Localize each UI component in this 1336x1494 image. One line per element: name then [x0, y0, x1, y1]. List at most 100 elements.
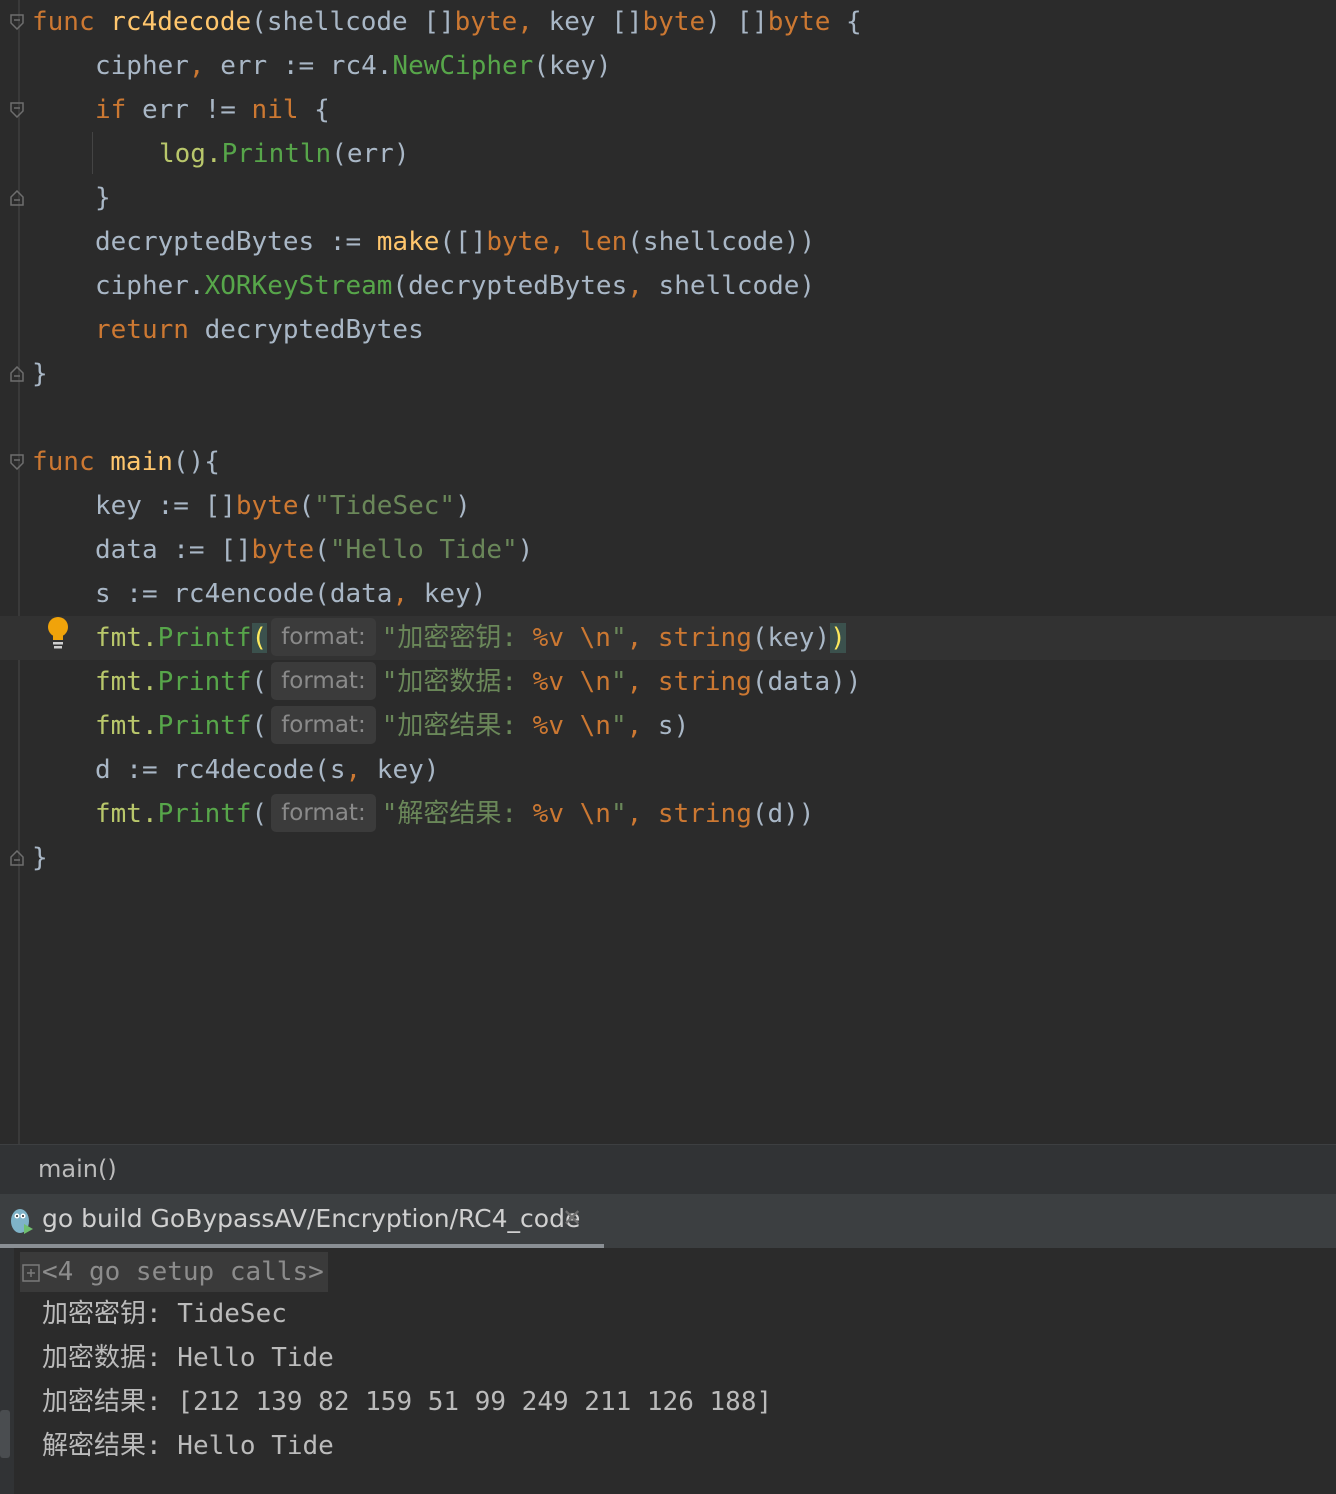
- expand-icon[interactable]: [22, 1254, 40, 1282]
- method-name: Printf: [157, 623, 252, 653]
- builtin-function: len: [580, 227, 628, 257]
- code-text: (err): [331, 139, 410, 169]
- string-literal: ": [610, 667, 627, 697]
- method-name: Printf: [157, 711, 252, 741]
- string-literal: "加密密钥:: [381, 623, 533, 653]
- type: byte: [235, 491, 299, 521]
- breadcrumb-bar: main(): [0, 1144, 1336, 1195]
- code-line[interactable]: cipher, err := rc4.NewCipher(key): [0, 44, 1336, 88]
- keyword: return: [95, 315, 189, 345]
- string-literal: "加密数据:: [381, 667, 533, 697]
- code-text: (d)): [751, 799, 815, 829]
- code-text: decryptedBytes :=: [95, 227, 377, 257]
- comma: ,: [626, 623, 658, 653]
- code-text: s): [657, 711, 690, 741]
- package-name: fmt.: [95, 623, 158, 653]
- method-name: Printf: [157, 799, 252, 829]
- comma: ,: [188, 51, 221, 81]
- code-text: (s: [314, 755, 346, 785]
- function-call: rc4encode: [173, 579, 315, 609]
- comma: ,: [345, 755, 377, 785]
- folded-setup-calls[interactable]: <4 go setup calls>: [20, 1252, 328, 1292]
- code-text: ([]: [439, 227, 487, 257]
- setup-calls-label: <4 go setup calls>: [42, 1257, 324, 1287]
- package-name: fmt.: [95, 711, 158, 741]
- run-tab[interactable]: go build GoBypassAV/Encryption/RC4_code …: [0, 1194, 604, 1248]
- code-text: err !=: [126, 95, 252, 125]
- code-text: {: [298, 95, 330, 125]
- string-literal: ": [610, 623, 627, 653]
- code-text: (key): [533, 51, 612, 81]
- parameter-hint: format:: [271, 662, 376, 700]
- keyword: if: [95, 95, 127, 125]
- breadcrumb[interactable]: main(): [38, 1155, 117, 1183]
- code-line-current[interactable]: fmt.Printf(format: "加密密钥: %v \n", string(…: [0, 616, 1336, 660]
- code-text: key): [376, 755, 440, 785]
- console-scrollbar[interactable]: [0, 1410, 10, 1458]
- code-text: data := []: [95, 535, 252, 565]
- string-literal: "Hello Tide": [329, 535, 518, 565]
- code-text: (: [298, 491, 315, 521]
- code-line[interactable]: decryptedBytes := make([]byte, len(shell…: [0, 220, 1336, 264]
- code-text: cipher.: [95, 271, 205, 301]
- code-editor[interactable]: func rc4decode(shellcode []byte, key []b…: [0, 0, 1336, 1144]
- code-line[interactable]: s := rc4encode(data, key): [0, 572, 1336, 616]
- code-line[interactable]: }: [0, 836, 1336, 880]
- code-line[interactable]: func rc4decode(shellcode []byte, key []b…: [0, 0, 1336, 44]
- code-line[interactable]: func main(){: [0, 440, 1336, 484]
- method-name: Println: [221, 139, 332, 169]
- string-literal: "TideSec": [314, 491, 456, 521]
- parameter-hint: format:: [271, 794, 376, 832]
- code-text: d :=: [95, 755, 174, 785]
- code-line[interactable]: data := []byte("Hello Tide"): [0, 528, 1336, 572]
- code-line[interactable]: fmt.Printf(format: "加密结果: %v \n", s): [0, 704, 1336, 748]
- matched-paren: ): [830, 623, 846, 653]
- code-line[interactable]: if err != nil {: [0, 88, 1336, 132]
- comma: ,: [626, 799, 658, 829]
- parameter-hint: format:: [271, 618, 376, 656]
- package-name: fmt.: [95, 799, 158, 829]
- format-verb: %v \n: [532, 667, 611, 697]
- code-text: (: [251, 667, 268, 697]
- code-text: (shellcode []: [251, 7, 455, 37]
- keyword: nil: [251, 95, 299, 125]
- console-output-line: 加密密钥: TideSec: [42, 1299, 287, 1329]
- code-line[interactable]: fmt.Printf(format: "加密数据: %v \n", string(…: [0, 660, 1336, 704]
- code-line[interactable]: }: [0, 352, 1336, 396]
- code-line[interactable]: log.Println(err): [0, 132, 1336, 176]
- run-tool-window-tabs: go build GoBypassAV/Encryption/RC4_code …: [0, 1194, 1336, 1248]
- comma: ,: [517, 7, 549, 37]
- close-icon[interactable]: ✕: [562, 1204, 582, 1232]
- matched-paren: (: [251, 623, 268, 653]
- code-line[interactable]: }: [0, 176, 1336, 220]
- code-text: }: [32, 359, 48, 389]
- builtin-function: string: [657, 667, 752, 697]
- comma: ,: [626, 711, 658, 741]
- string-literal: "加密结果:: [381, 711, 533, 741]
- string-literal: ": [610, 711, 627, 741]
- builtin-function: string: [657, 799, 752, 829]
- code-text: (: [314, 535, 330, 565]
- run-console[interactable]: <4 go setup calls> 加密密钥: TideSec 加密数据: H…: [0, 1248, 1336, 1494]
- code-text: shellcode): [658, 271, 816, 301]
- code-text: (shellcode)): [627, 227, 816, 257]
- code-text: (decryptedBytes: [392, 271, 628, 301]
- code-text: (: [251, 799, 268, 829]
- run-tab-label: go build GoBypassAV/Encryption/RC4_code: [42, 1204, 581, 1233]
- code-line[interactable]: return decryptedBytes: [0, 308, 1336, 352]
- type: byte: [454, 7, 518, 37]
- type: byte: [251, 535, 315, 565]
- type: byte: [767, 7, 831, 37]
- code-text: (: [251, 711, 268, 741]
- code-text: {: [830, 7, 862, 37]
- code-line[interactable]: cipher.XORKeyStream(decryptedBytes, shel…: [0, 264, 1336, 308]
- code-line[interactable]: fmt.Printf(format: "解密结果: %v \n", string(…: [0, 792, 1336, 836]
- code-line[interactable]: key := []byte("TideSec"): [0, 484, 1336, 528]
- format-verb: %v \n: [532, 623, 611, 653]
- code-text: (){: [172, 447, 220, 477]
- lightbulb-icon[interactable]: [46, 616, 70, 650]
- code-line[interactable]: d := rc4decode(s, key): [0, 748, 1336, 792]
- package-name: fmt.: [95, 667, 158, 697]
- code-text: (data: [314, 579, 393, 609]
- code-text: key := []: [95, 491, 236, 521]
